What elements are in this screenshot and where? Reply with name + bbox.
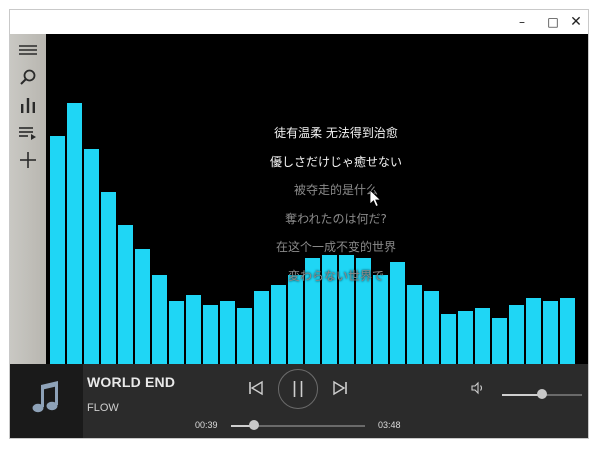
lyric-line: 在这个一成不变的世界 <box>275 240 396 254</box>
spectrum-bar <box>441 314 456 364</box>
visualizer-area: 徒有温柔 无法得到治愈 優しさだけじゃ癒せない 被夺走的是什么 奪われたのは何だ? 在这… <box>46 34 588 364</box>
volume-icon[interactable] <box>470 380 486 396</box>
spectrum-visualizer <box>50 103 575 364</box>
spectrum-bar <box>407 285 422 364</box>
lyric-line: 変わらない世界で <box>287 268 384 283</box>
spectrum-bar <box>424 291 439 364</box>
minimize-button[interactable]: – <box>510 10 534 34</box>
spectrum-bar <box>118 225 133 364</box>
spectrum-bar <box>84 149 99 364</box>
next-track-button[interactable] <box>330 378 350 398</box>
search-icon[interactable] <box>16 65 40 89</box>
lyric-line: 奪われたのは何だ? <box>285 211 387 226</box>
spectrum-bar <box>271 285 286 364</box>
spectrum-bar <box>203 305 218 364</box>
spectrum-bar <box>254 291 269 364</box>
artist-name: FLOW <box>87 402 119 414</box>
pause-icon <box>293 381 303 397</box>
spectrum-bar <box>492 318 507 364</box>
current-time: 00:39 <box>195 420 218 430</box>
song-title: WORLD END <box>87 374 176 390</box>
lyric-line: 徒有温柔 无法得到治愈 <box>274 126 398 140</box>
skip-back-icon <box>249 380 263 396</box>
seek-slider[interactable] <box>231 420 365 430</box>
lyric-line: 被夺走的是什么 <box>293 183 378 197</box>
album-art <box>10 364 83 438</box>
spectrum-bar <box>101 192 116 364</box>
volume-slider[interactable] <box>502 389 582 399</box>
skip-forward-icon <box>333 380 347 396</box>
lyric-line: 優しさだけじゃ癒せない <box>269 154 402 169</box>
spectrum-bar <box>373 275 388 364</box>
spectrum-bar <box>475 308 490 364</box>
spectrum-bar <box>560 298 575 364</box>
total-time: 03:48 <box>378 420 401 430</box>
music-note-icon <box>27 379 67 423</box>
volume-thumb[interactable] <box>537 389 547 399</box>
spectrum-bar <box>67 103 82 364</box>
close-button[interactable]: ✕ <box>564 10 588 34</box>
spectrum-bar <box>237 308 252 364</box>
mouse-cursor-icon <box>369 189 382 212</box>
app-window: – □ ✕ 徒有温柔 无法得到治愈 優しさだけじゃ癒せない 被夺走的是什么 奪われたの… <box>10 10 588 438</box>
spectrum-bar <box>50 136 65 364</box>
spectrum-bar <box>220 301 235 364</box>
previous-track-button[interactable] <box>246 378 266 398</box>
hamburger-menu-icon[interactable] <box>16 38 40 62</box>
bar-chart-icon[interactable] <box>16 93 40 117</box>
spectrum-bar <box>186 295 201 364</box>
spectrum-bar <box>526 298 541 364</box>
pause-button[interactable] <box>278 369 318 409</box>
spectrum-bar <box>169 301 184 364</box>
spectrum-bar <box>135 249 150 364</box>
volume-fill <box>502 394 542 396</box>
player-bar: WORLD END FLOW 00:39 03:48 <box>10 364 588 438</box>
spectrum-bar <box>543 301 558 364</box>
playlist-icon[interactable] <box>16 121 40 145</box>
spectrum-bar <box>458 311 473 364</box>
spectrum-bar <box>288 275 303 364</box>
title-bar: – □ ✕ <box>10 10 588 34</box>
spectrum-bar <box>509 305 524 364</box>
maximize-button[interactable]: □ <box>541 10 565 34</box>
spectrum-bar <box>152 275 167 364</box>
seek-thumb[interactable] <box>248 420 259 430</box>
sidebar <box>10 34 46 364</box>
plus-icon[interactable] <box>16 148 40 172</box>
